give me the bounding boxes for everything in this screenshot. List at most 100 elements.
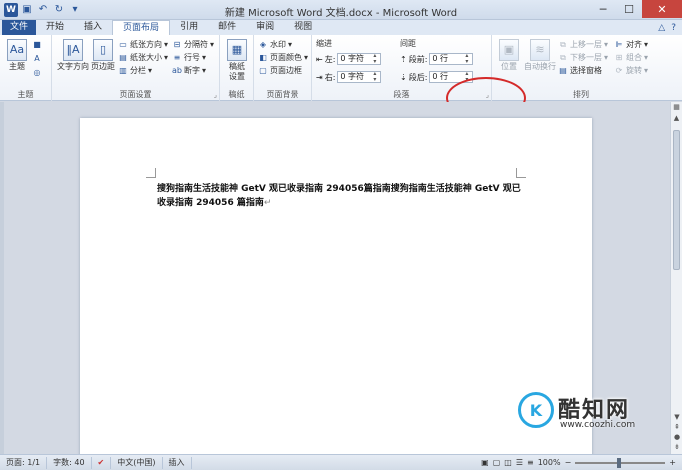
scroll-up-icon[interactable]: ▲ [671,113,682,124]
draft-setup-button[interactable]: ▦ 稿纸设置 [226,39,248,82]
send-backward-icon: ⧉ [560,52,566,62]
full-screen-icon[interactable]: ▢ [493,458,501,467]
wrap-text-button[interactable]: ≋ 自动换行 [522,39,558,72]
ruler-toggle-icon[interactable]: ▦ [671,102,682,113]
status-words[interactable]: 字数: 40 [47,456,92,469]
margins-button[interactable]: ▯ 页边距 [90,39,116,72]
group-page-setup: ‖A 文字方向 ▯ 页边距 ▭ 纸张方向 ▾ ▤ 纸张大小 ▾ ▥ 分栏 ▾ ⊟ 分隔符 ▾ ≡… [52,35,220,101]
text-direction-button[interactable]: ‖A 文字方向 [56,39,90,72]
tab-file[interactable]: 文件 [2,20,37,35]
rotate-button[interactable]: ⟳ 旋转 ▾ [614,65,648,76]
selection-pane-button[interactable]: ▤ 选择窗格 [558,65,602,76]
breaks-button[interactable]: ⊟ 分隔符 ▾ [172,39,214,50]
line-numbers-button[interactable]: ≡ 行号 ▾ [172,52,206,63]
group-icon: ⊞ [615,53,623,62]
group-label-page-setup: 页面设置 [119,90,152,99]
print-layout-icon[interactable]: ▣ [481,458,489,467]
theme-button[interactable]: Aa 主题 [4,39,30,72]
redo-icon[interactable]: ↻ [52,3,66,17]
customize-qat-icon[interactable]: ▾ [68,3,82,17]
proofing-icon[interactable]: ✔ [92,456,112,469]
window-controls: ─ ☐ ✕ [590,0,682,18]
wrap-text-icon: ≋ [530,39,550,61]
minimize-ribbon-icon[interactable]: △ [658,23,665,33]
previous-page-icon[interactable]: ⇞ [671,422,682,432]
indent-right-control: ⇥ 右: 0 字符 [316,71,382,83]
columns-button[interactable]: ▥ 分栏 ▾ [118,65,152,76]
indent-right-input[interactable]: 0 字符 [337,71,382,83]
window-title: 新建 Microsoft Word 文档.docx - Microsoft Wo… [224,8,458,19]
spacing-after-icon: ⇣ [400,72,407,82]
theme-effects-icon: ◎ [33,67,41,77]
zoom-out-icon[interactable]: − [565,458,572,467]
group-theme: Aa 主题 ■ A ◎ 主题 [0,35,52,101]
ribbon: Aa 主题 ■ A ◎ 主题 ‖A 文字方向 ▯ 页边距 ▭ 纸张方向 ▾ ▤ 纸张大… [0,35,682,101]
status-bar: 页面: 1/1 字数: 40 ✔ 中文(中国) 插入 ▣ ▢ ◫ ☰ ≡ 100… [0,454,682,470]
zoom-slider[interactable] [575,457,666,468]
page-setup-launcher-icon[interactable]: ⌟ [214,91,217,99]
theme-icon: Aa [7,39,27,61]
orientation-button[interactable]: ▭ 纸张方向 ▾ [118,39,168,50]
zoom-slider-knob[interactable] [617,457,622,468]
tab-page-layout[interactable]: 页面布局 [112,20,171,35]
position-icon: ▣ [499,39,519,61]
tab-references[interactable]: 引用 [170,20,208,35]
hyphenation-button[interactable]: ab 断字 ▾ [172,65,206,76]
crop-mark-top-left [146,168,156,178]
tab-mailings[interactable]: 邮件 [208,20,246,35]
page-color-button[interactable]: ◧ 页面颜色 ▾ [258,52,308,63]
draft-view-icon[interactable]: ≡ [527,458,534,467]
group-button[interactable]: ⊞ 组合 ▾ [614,52,648,63]
paragraph-mark: ↵ [263,198,272,208]
theme-effects-button[interactable]: ◎ [32,67,42,77]
tab-home[interactable]: 开始 [36,20,74,35]
group-label-draft: 稿纸 [228,90,245,99]
scroll-down-icon[interactable]: ▼ [671,412,682,422]
spacing-before-input[interactable]: 0 行 [429,53,474,65]
align-button[interactable]: ⊫ 对齐 ▾ [614,39,649,50]
outline-icon[interactable]: ☰ [516,458,523,467]
undo-icon[interactable]: ↶ [36,3,50,17]
quick-access-toolbar: W ▣ ↶ ↻ ▾ [0,2,82,17]
group-label-theme: 主题 [17,90,34,99]
page-borders-button[interactable]: ▢ 页面边框 [258,65,302,76]
minimize-button[interactable]: ─ [590,0,616,18]
paper-size-icon: ▤ [119,53,127,62]
align-icon: ⊫ [615,40,623,49]
group-page-background: ◈ 水印 ▾ ◧ 页面颜色 ▾ ▢ 页面边框 页面背景 [254,35,312,101]
scroll-thumb[interactable] [673,130,680,270]
size-button[interactable]: ▤ 纸张大小 ▾ [118,52,168,63]
help-icon[interactable]: ? [671,23,676,33]
watermark-button[interactable]: ◈ 水印 ▾ [258,39,292,50]
web-layout-icon[interactable]: ◫ [504,458,512,467]
indent-left-input[interactable]: 0 字符 [337,53,382,65]
page-color-icon: ◧ [259,53,267,62]
site-watermark: K 酷知网 www.coozhi.com [518,388,668,438]
watermark-icon: ◈ [259,40,267,49]
zoom-in-icon[interactable]: + [669,458,676,467]
bring-forward-button[interactable]: ⧉ 上移一层 ▾ [558,39,608,50]
vertical-scrollbar[interactable]: ▦ ▲ ▼ ⇞ ● ⇟ [670,102,682,454]
indent-label: 缩进 [316,39,332,48]
tab-view[interactable]: 视图 [284,20,322,35]
status-page[interactable]: 页面: 1/1 [0,456,48,469]
maximize-button[interactable]: ☐ [616,0,642,18]
document-page[interactable]: 搜狗指南生活技能神 GetV 观已收录指南 294056篇指南搜狗指南生活技能神… [80,118,592,458]
save-icon[interactable]: ▣ [20,3,34,17]
position-button[interactable]: ▣ 位置 [496,39,522,72]
theme-fonts-button[interactable]: A [32,53,42,63]
text-direction-icon: ‖A [63,39,83,61]
watermark-url: www.coozhi.com [560,420,636,430]
zoom-level[interactable]: 100% [538,458,561,467]
select-browse-object-icon[interactable]: ● [671,432,682,442]
tab-review[interactable]: 审阅 [246,20,284,35]
send-backward-button[interactable]: ⧉ 下移一层 ▾ [558,52,608,63]
group-draft: ▦ 稿纸设置 稿纸 [220,35,254,101]
status-mode[interactable]: 插入 [163,456,192,469]
tab-insert[interactable]: 插入 [74,20,112,35]
next-page-icon[interactable]: ⇟ [671,442,682,452]
theme-colors-button[interactable]: ■ [32,39,42,49]
close-button[interactable]: ✕ [642,0,682,18]
status-language[interactable]: 中文(中国) [111,456,163,469]
document-body-text[interactable]: 搜狗指南生活技能神 GetV 观已收录指南 294056篇指南搜狗指南生活技能神… [157,182,522,210]
